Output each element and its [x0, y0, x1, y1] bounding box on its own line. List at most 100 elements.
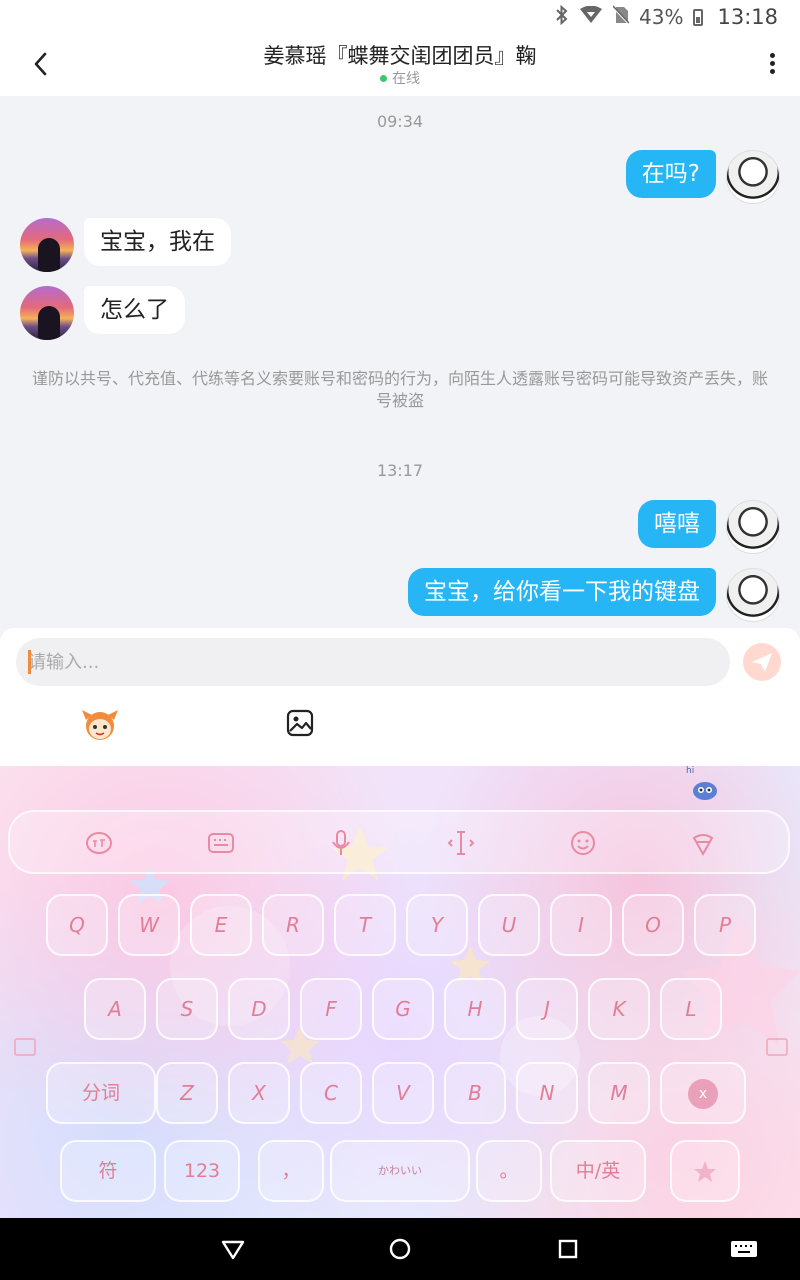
key-x[interactable]: X	[228, 1062, 290, 1124]
circle-home-icon	[389, 1238, 411, 1260]
key-q[interactable]: Q	[46, 894, 108, 956]
paper-plane-icon	[752, 653, 772, 672]
enter-key[interactable]	[670, 1140, 740, 1202]
recents-nav-button[interactable]	[555, 1236, 581, 1262]
online-status: 在线	[0, 68, 800, 88]
key-m[interactable]: M	[588, 1062, 650, 1124]
online-status-label: 在线	[392, 71, 420, 87]
right-panel-icon[interactable]	[766, 1038, 788, 1056]
wifi-icon	[579, 5, 603, 29]
battery-percent: 43%	[639, 5, 684, 29]
delete-key[interactable]: x	[660, 1062, 746, 1124]
message-bubble-outgoing[interactable]: 在吗?	[625, 150, 716, 198]
image-button[interactable]	[285, 708, 315, 738]
key-l[interactable]: L	[660, 978, 722, 1040]
message-input[interactable]	[16, 638, 730, 686]
security-notice: 谨防以共号、代充值、代练等名义索要账号和密码的行为，向陌生人透露账号密码可能导致…	[31, 369, 768, 410]
message-timestamp: 13:17	[376, 461, 424, 480]
battery-icon	[693, 8, 704, 26]
contact-name: 姜慕瑶『蝶舞交闺团团员』鞠	[263, 44, 537, 68]
contact-avatar[interactable]	[20, 286, 74, 340]
my-avatar[interactable]	[726, 568, 780, 622]
key-row-3: 分词 Z X C V B N M x	[0, 1062, 800, 1134]
key-f[interactable]: F	[300, 978, 362, 1040]
message-bubble-incoming[interactable]: 宝宝，我在	[84, 218, 231, 266]
key-e[interactable]: E	[190, 894, 252, 956]
online-dot-icon	[380, 74, 387, 82]
key-u[interactable]: U	[478, 894, 540, 956]
key-i[interactable]: I	[550, 894, 612, 956]
square-recents-icon	[558, 1239, 578, 1259]
bluetooth-icon	[555, 4, 569, 30]
contact-avatar[interactable]	[20, 218, 74, 272]
key-s[interactable]: S	[156, 978, 218, 1040]
keyboard-switch-icon[interactable]	[206, 828, 236, 858]
chat-area[interactable]: 09:34 在吗? 宝宝，我在 怎么了 谨防以共号、代充值、代练等名义索要账号和…	[0, 96, 800, 626]
microphone-icon[interactable]	[326, 828, 356, 858]
my-avatar[interactable]	[726, 500, 780, 554]
backspace-icon: x	[688, 1078, 718, 1109]
back-nav-button[interactable]	[220, 1236, 246, 1262]
triangle-back-icon	[221, 1240, 245, 1260]
more-options-button[interactable]	[762, 50, 782, 80]
mascot-face-icon	[82, 710, 118, 740]
message-timestamp: 09:34	[376, 112, 424, 131]
key-r[interactable]: R	[262, 894, 324, 956]
message-bubble-outgoing[interactable]: 嘻嘻	[638, 500, 716, 548]
soft-keyboard: hi Q W E R T Y U I O P A S D F G H J K L…	[0, 766, 800, 1218]
key-a[interactable]: A	[84, 978, 146, 1040]
key-y[interactable]: Y	[406, 894, 468, 956]
key-d[interactable]: D	[228, 978, 290, 1040]
message-bubble-incoming[interactable]: 怎么了	[84, 286, 185, 334]
key-o[interactable]: O	[622, 894, 684, 956]
more-dot-icon	[769, 61, 775, 66]
key-h[interactable]: H	[444, 978, 506, 1040]
key-v[interactable]: V	[372, 1062, 434, 1124]
my-avatar[interactable]	[726, 150, 780, 204]
composer-panel	[0, 628, 800, 766]
image-icon	[286, 709, 314, 737]
more-dot-icon	[769, 69, 775, 74]
key-j[interactable]: J	[516, 978, 578, 1040]
segment-key[interactable]: 分词	[46, 1062, 156, 1124]
input-method-logo-icon[interactable]	[84, 828, 114, 858]
key-b[interactable]: B	[444, 1062, 506, 1124]
keyboard-toolbar	[8, 810, 790, 874]
keyboard-picker-button[interactable]	[730, 1236, 758, 1262]
key-row-2: A S D F G H J K L	[0, 978, 800, 1050]
comma-key[interactable]: ，	[258, 1140, 324, 1202]
key-z[interactable]: Z	[156, 1062, 218, 1124]
language-switch-key[interactable]: 中/英	[550, 1140, 646, 1202]
left-panel-icon[interactable]	[14, 1038, 36, 1056]
message-bubble-outgoing[interactable]: 宝宝，给你看一下我的键盘	[408, 568, 716, 616]
send-button[interactable]	[743, 643, 781, 681]
key-k[interactable]: K	[588, 978, 650, 1040]
hi-badge: hi	[686, 766, 695, 776]
period-key[interactable]: 。	[476, 1140, 542, 1202]
mascot-bird-icon[interactable]	[690, 778, 720, 802]
clock: 13:18	[717, 5, 778, 29]
symbol-key[interactable]: 符	[60, 1140, 156, 1202]
key-c[interactable]: C	[300, 1062, 362, 1124]
status-bar: 43% 13:18	[0, 0, 800, 34]
home-nav-button[interactable]	[387, 1236, 413, 1262]
system-nav-bar	[0, 1218, 800, 1280]
cursor-move-icon[interactable]	[446, 828, 476, 858]
key-g[interactable]: G	[372, 978, 434, 1040]
space-key[interactable]: かわいい	[330, 1140, 470, 1202]
number-key[interactable]: 123	[164, 1140, 240, 1202]
emoji-button[interactable]	[80, 706, 120, 742]
key-n[interactable]: N	[516, 1062, 578, 1124]
enter-star-icon	[694, 1160, 716, 1182]
keyboard-icon	[731, 1241, 757, 1257]
key-w[interactable]: W	[118, 894, 180, 956]
chat-header: 姜慕瑶『蝶舞交闺团团员』鞠 在线	[0, 34, 800, 96]
key-row-1: Q W E R T Y U I O P	[0, 894, 800, 966]
collapse-keyboard-icon[interactable]	[688, 828, 718, 858]
key-t[interactable]: T	[334, 894, 396, 956]
key-p[interactable]: P	[694, 894, 756, 956]
no-sim-icon	[612, 4, 630, 30]
text-cursor	[28, 650, 31, 674]
more-dot-icon	[769, 53, 775, 58]
emoji-face-icon[interactable]	[568, 828, 598, 858]
